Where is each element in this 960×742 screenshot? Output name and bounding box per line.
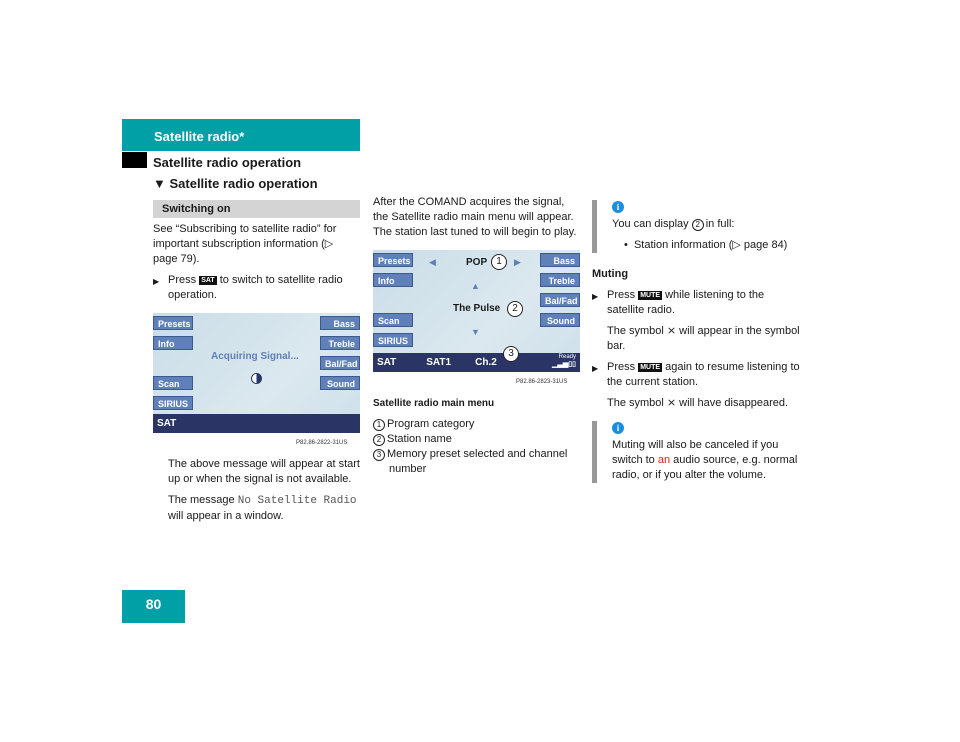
station-name: The Pulse xyxy=(453,303,501,314)
down-arrow-icon: ▼ xyxy=(471,327,480,337)
page-number: 80 xyxy=(122,590,185,623)
info-box: i You can display 2 in full: • Station in… xyxy=(592,200,802,253)
status-bar: SAT SAT1 Ch.2 Ready ▁▃▅▯▯ xyxy=(373,353,580,372)
intro-text: After the COMAND acquires the signal, th… xyxy=(373,196,577,238)
muting-heading: Muting xyxy=(592,268,629,280)
balfad-button: Bal/Fad xyxy=(540,293,580,307)
status-bar: SAT xyxy=(153,414,360,433)
mute-key-icon: MUTE xyxy=(638,363,663,372)
section-header: Satellite radio* xyxy=(122,119,360,151)
scan-button: Scan xyxy=(153,376,193,390)
paragraph: The above message will appear at start u… xyxy=(168,458,360,485)
presets-button: Presets xyxy=(373,253,413,267)
treble-button: Treble xyxy=(540,273,580,287)
info-box: i Muting will also be canceled if you sw… xyxy=(592,421,802,483)
presets-button: Presets xyxy=(153,316,193,330)
image-code: P82.86-2823-31US xyxy=(516,379,568,385)
bass-button: Bass xyxy=(540,253,580,267)
left-arrow-icon: ◀ xyxy=(429,257,436,267)
column-2: After the COMAND acquires the signal, th… xyxy=(373,195,580,477)
sirius-button: SIRIUS xyxy=(373,333,413,347)
loading-icon xyxy=(251,373,262,384)
section-marker xyxy=(122,152,147,168)
column-3: i You can display 2 in full: • Station in… xyxy=(592,200,802,493)
info-button: Info xyxy=(373,273,413,287)
paragraph: The message No Satellite Radio will appe… xyxy=(168,494,357,522)
bullet-item: Station information (▷ page 84) xyxy=(633,239,788,251)
treble-button: Treble xyxy=(320,336,360,350)
column-1: Switching on See “Subscribing to satelli… xyxy=(153,200,360,530)
intro-text: See “Subscribing to satellite radio” for… xyxy=(153,223,337,265)
image-code: P82.86-2822-31US xyxy=(296,440,348,446)
figure-caption: Satellite radio main menu xyxy=(373,398,495,409)
mute-key-icon: MUTE xyxy=(638,291,663,300)
info-button: Info xyxy=(153,336,193,350)
signal-strength-icon: ▁▃▅▯▯ xyxy=(552,361,576,368)
category-label: POP xyxy=(466,257,488,268)
step: Press MUTE again to resume listening to … xyxy=(592,360,802,390)
info-icon: i xyxy=(612,201,624,213)
subheading: ▼ Satellite radio operation xyxy=(153,176,318,191)
info-icon: i xyxy=(612,422,624,434)
result-text: The symbol ⨯ will appear in the symbol b… xyxy=(607,325,800,352)
sat-key-icon: SAT xyxy=(199,276,217,285)
page-title: Satellite radio operation xyxy=(153,155,302,170)
bass-button: Bass xyxy=(320,316,360,330)
balfad-button: Bal/Fad xyxy=(320,356,360,370)
legend-item: 3 Memory preset selected and channel numb… xyxy=(373,447,580,477)
step: Press MUTE while listening to the satell… xyxy=(592,288,802,318)
result-text: The symbol ⨯ will have disappeared. xyxy=(607,397,789,409)
main-menu-screen: Presets Info Scan SIRIUS Bass Treble Bal… xyxy=(373,250,580,372)
acquiring-message: Acquiring Signal... xyxy=(211,351,299,362)
sound-button: Sound xyxy=(540,313,580,327)
callout-1: 1 xyxy=(491,254,507,270)
switching-on-heading: Switching on xyxy=(153,200,360,218)
sound-button: Sound xyxy=(320,376,360,390)
acquiring-screen: Presets Info Scan SIRIUS Bass Treble Bal… xyxy=(153,313,360,433)
callout-2: 2 xyxy=(507,301,523,317)
step: Press SAT to switch to satellite radio o… xyxy=(153,273,360,303)
subheading-text: Satellite radio operation xyxy=(169,176,318,191)
legend-item: 2 Station name xyxy=(373,432,580,447)
up-arrow-icon: ▲ xyxy=(471,281,480,291)
sirius-button: SIRIUS xyxy=(153,396,193,410)
right-arrow-icon: ▶ xyxy=(514,257,521,267)
callout-3: 3 xyxy=(503,346,519,362)
scan-button: Scan xyxy=(373,313,413,327)
legend-item: 1 Program category xyxy=(373,417,580,432)
